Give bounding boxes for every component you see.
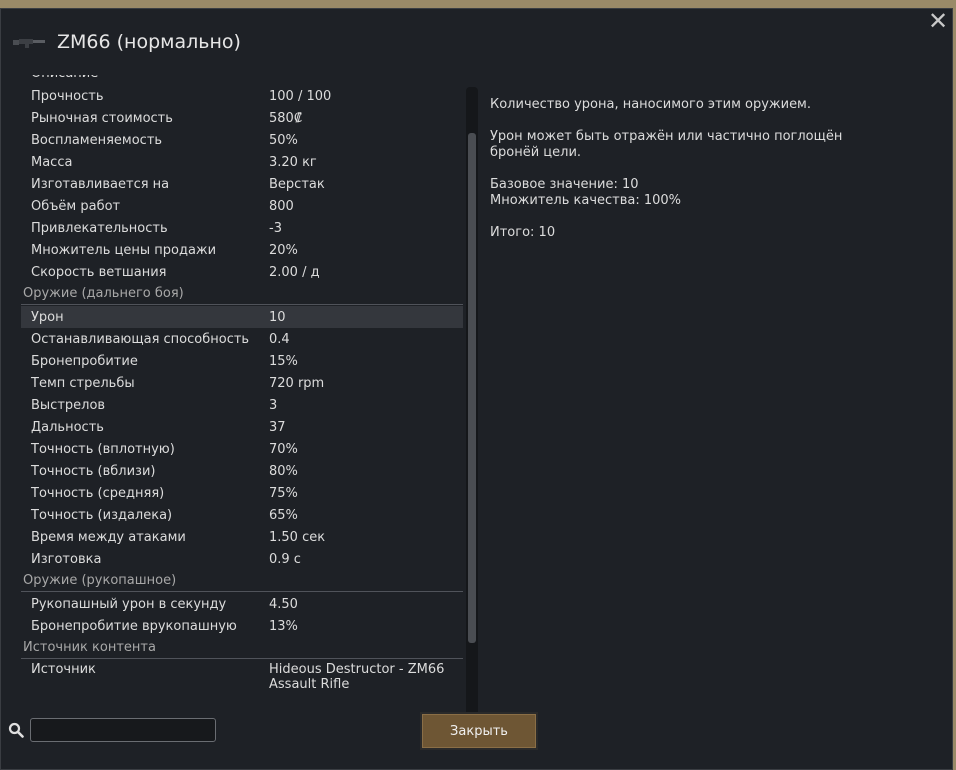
stat-label: Рукопашный урон в секунду xyxy=(31,596,227,612)
stat-row[interactable]: Бронепробитие 15% xyxy=(21,350,463,372)
stat-label: Дальность xyxy=(31,419,104,435)
stat-row[interactable]: Рукопашный урон в секунду 4.50 xyxy=(21,593,463,615)
close-button[interactable]: Закрыть xyxy=(420,712,538,750)
stat-row-partial: Описание xyxy=(21,75,463,85)
stat-row[interactable]: Привлекательность -3 xyxy=(21,217,463,239)
window-title: ZM66 (нормально) xyxy=(57,31,241,53)
stat-value: 800 xyxy=(269,198,294,214)
stat-value: 580₡ xyxy=(269,110,303,126)
scrollbar-thumb[interactable] xyxy=(468,133,476,643)
stat-value: 13% xyxy=(269,618,298,634)
description-text: Урон может быть отражён или частично пог… xyxy=(490,129,843,160)
stat-row[interactable]: Точность (вблизи) 80% xyxy=(21,460,463,482)
stat-label: Привлекательность xyxy=(31,220,168,236)
stat-label: Изготовка xyxy=(31,551,102,567)
stat-label: Источник xyxy=(31,662,96,677)
description-text: Количество урона, наносимого этим оружие… xyxy=(490,97,812,112)
stat-value: 37 xyxy=(269,419,286,435)
stat-label: Скорость ветшания xyxy=(31,264,167,280)
stat-description: Количество урона, наносимого этим оружие… xyxy=(490,97,890,257)
stat-value: 80% xyxy=(269,463,298,479)
stat-value: 4.50 xyxy=(269,596,298,612)
stat-value: 0.9 с xyxy=(269,551,301,567)
stat-label: Точность (издалека) xyxy=(31,507,173,523)
stat-row[interactable]: Дальность 37 xyxy=(21,416,463,438)
stat-label: Бронепробитие xyxy=(31,353,138,369)
stat-label: Прочность xyxy=(31,88,104,104)
stat-row[interactable]: Точность (средняя) 75% xyxy=(21,482,463,504)
stats-scrollbar[interactable] xyxy=(466,87,478,717)
stat-value: 50% xyxy=(269,132,298,148)
category-header: Оружие (рукопашное) xyxy=(21,570,463,592)
stat-value: 720 rpm xyxy=(269,375,325,391)
stat-label: Множитель цены продажи xyxy=(31,242,217,258)
stat-label: Масса xyxy=(31,154,73,170)
stat-row[interactable]: Воспламеняемость 50% xyxy=(21,129,463,151)
stat-row[interactable]: Точность (издалека) 65% xyxy=(21,504,463,526)
stat-row[interactable]: Темп стрельбы 720 rpm xyxy=(21,372,463,394)
stat-label: Бронепробитие врукопашную xyxy=(31,618,237,634)
stat-label: Темп стрельбы xyxy=(31,375,135,391)
stat-label: Точность (вблизи) xyxy=(31,463,156,479)
stat-value: 20% xyxy=(269,242,298,258)
stat-row[interactable]: Скорость ветшания 2.00 / д xyxy=(21,261,463,283)
stat-row[interactable]: Объём работ 800 xyxy=(21,195,463,217)
stats-list[interactable]: Описание Прочность 100 / 100 Рыночная стоим… xyxy=(21,75,463,709)
stat-label: Объём работ xyxy=(31,198,121,214)
stat-row[interactable]: Множитель цены продажи 20% xyxy=(21,239,463,261)
stat-row[interactable]: Источник Hideous Destructor - ZM66 Assaul… xyxy=(21,660,463,694)
stat-value: 15% xyxy=(269,353,298,369)
category-header: Оружие (дальнего боя) xyxy=(21,283,463,305)
stat-label: Время между атаками xyxy=(31,529,186,545)
stat-row[interactable]: Масса 3.20 кг xyxy=(21,151,463,173)
stat-row[interactable]: Изготавливается на Верстак xyxy=(21,173,463,195)
title-row: ZM66 (нормально) xyxy=(13,29,241,55)
stat-value: 10 xyxy=(269,309,286,325)
stat-value: 65% xyxy=(269,507,298,523)
stat-value: 2.00 / д xyxy=(269,264,320,280)
stat-value: 100 / 100 xyxy=(269,88,332,104)
stat-value: 75% xyxy=(269,485,298,501)
search-icon xyxy=(8,722,24,738)
stat-value: Hideous Destructor - ZM66 Assault Rifle xyxy=(269,662,445,692)
info-window: ✕ ZM66 (нормально) Описание Прочность 100 … xyxy=(0,8,953,770)
stat-label: Рыночная стоимость xyxy=(31,110,173,126)
base-value-text: Базовое значение: 10 xyxy=(490,177,639,192)
quality-multiplier-text: Множитель качества: 100% xyxy=(490,193,682,208)
rifle-icon xyxy=(13,39,45,48)
stat-row[interactable]: Бронепробитие врукопашную 13% xyxy=(21,615,463,637)
stat-row[interactable]: Останавливающая способность 0.4 xyxy=(21,328,463,350)
stat-label: Урон xyxy=(31,309,64,325)
stat-label: Точность (средняя) xyxy=(31,485,165,501)
stat-label: Воспламеняемость xyxy=(31,132,163,148)
stat-row[interactable]: Изготовка 0.9 с xyxy=(21,548,463,570)
stat-value: 0.4 xyxy=(269,331,290,347)
stat-value: 3 xyxy=(269,397,278,413)
stat-value: 1.50 сек xyxy=(269,529,326,545)
stat-row[interactable]: Рыночная стоимость 580₡ xyxy=(21,107,463,129)
close-icon[interactable]: ✕ xyxy=(926,9,950,33)
stat-row[interactable]: Прочность 100 / 100 xyxy=(21,85,463,107)
category-header: Источник контента xyxy=(21,637,463,659)
stat-row[interactable]: Время между атаками 1.50 сек xyxy=(21,526,463,548)
stat-label: Изготавливается на xyxy=(31,176,170,192)
stat-row[interactable]: Выстрелов 3 xyxy=(21,394,463,416)
stat-label: Описание xyxy=(31,75,98,81)
stat-value: Верстак xyxy=(269,176,325,192)
stat-label: Выстрелов xyxy=(31,397,106,413)
total-text: Итого: 10 xyxy=(490,225,556,240)
stat-label: Останавливающая способность xyxy=(31,331,250,347)
stat-value: -3 xyxy=(269,220,282,236)
stat-value: 70% xyxy=(269,441,298,457)
stat-value: 3.20 кг xyxy=(269,154,317,170)
stat-row[interactable]: Точность (вплотную) 70% xyxy=(21,438,463,460)
stat-row[interactable]: Урон 10 xyxy=(21,306,463,328)
search-input[interactable] xyxy=(30,718,216,742)
stat-label: Точность (вплотную) xyxy=(31,441,175,457)
